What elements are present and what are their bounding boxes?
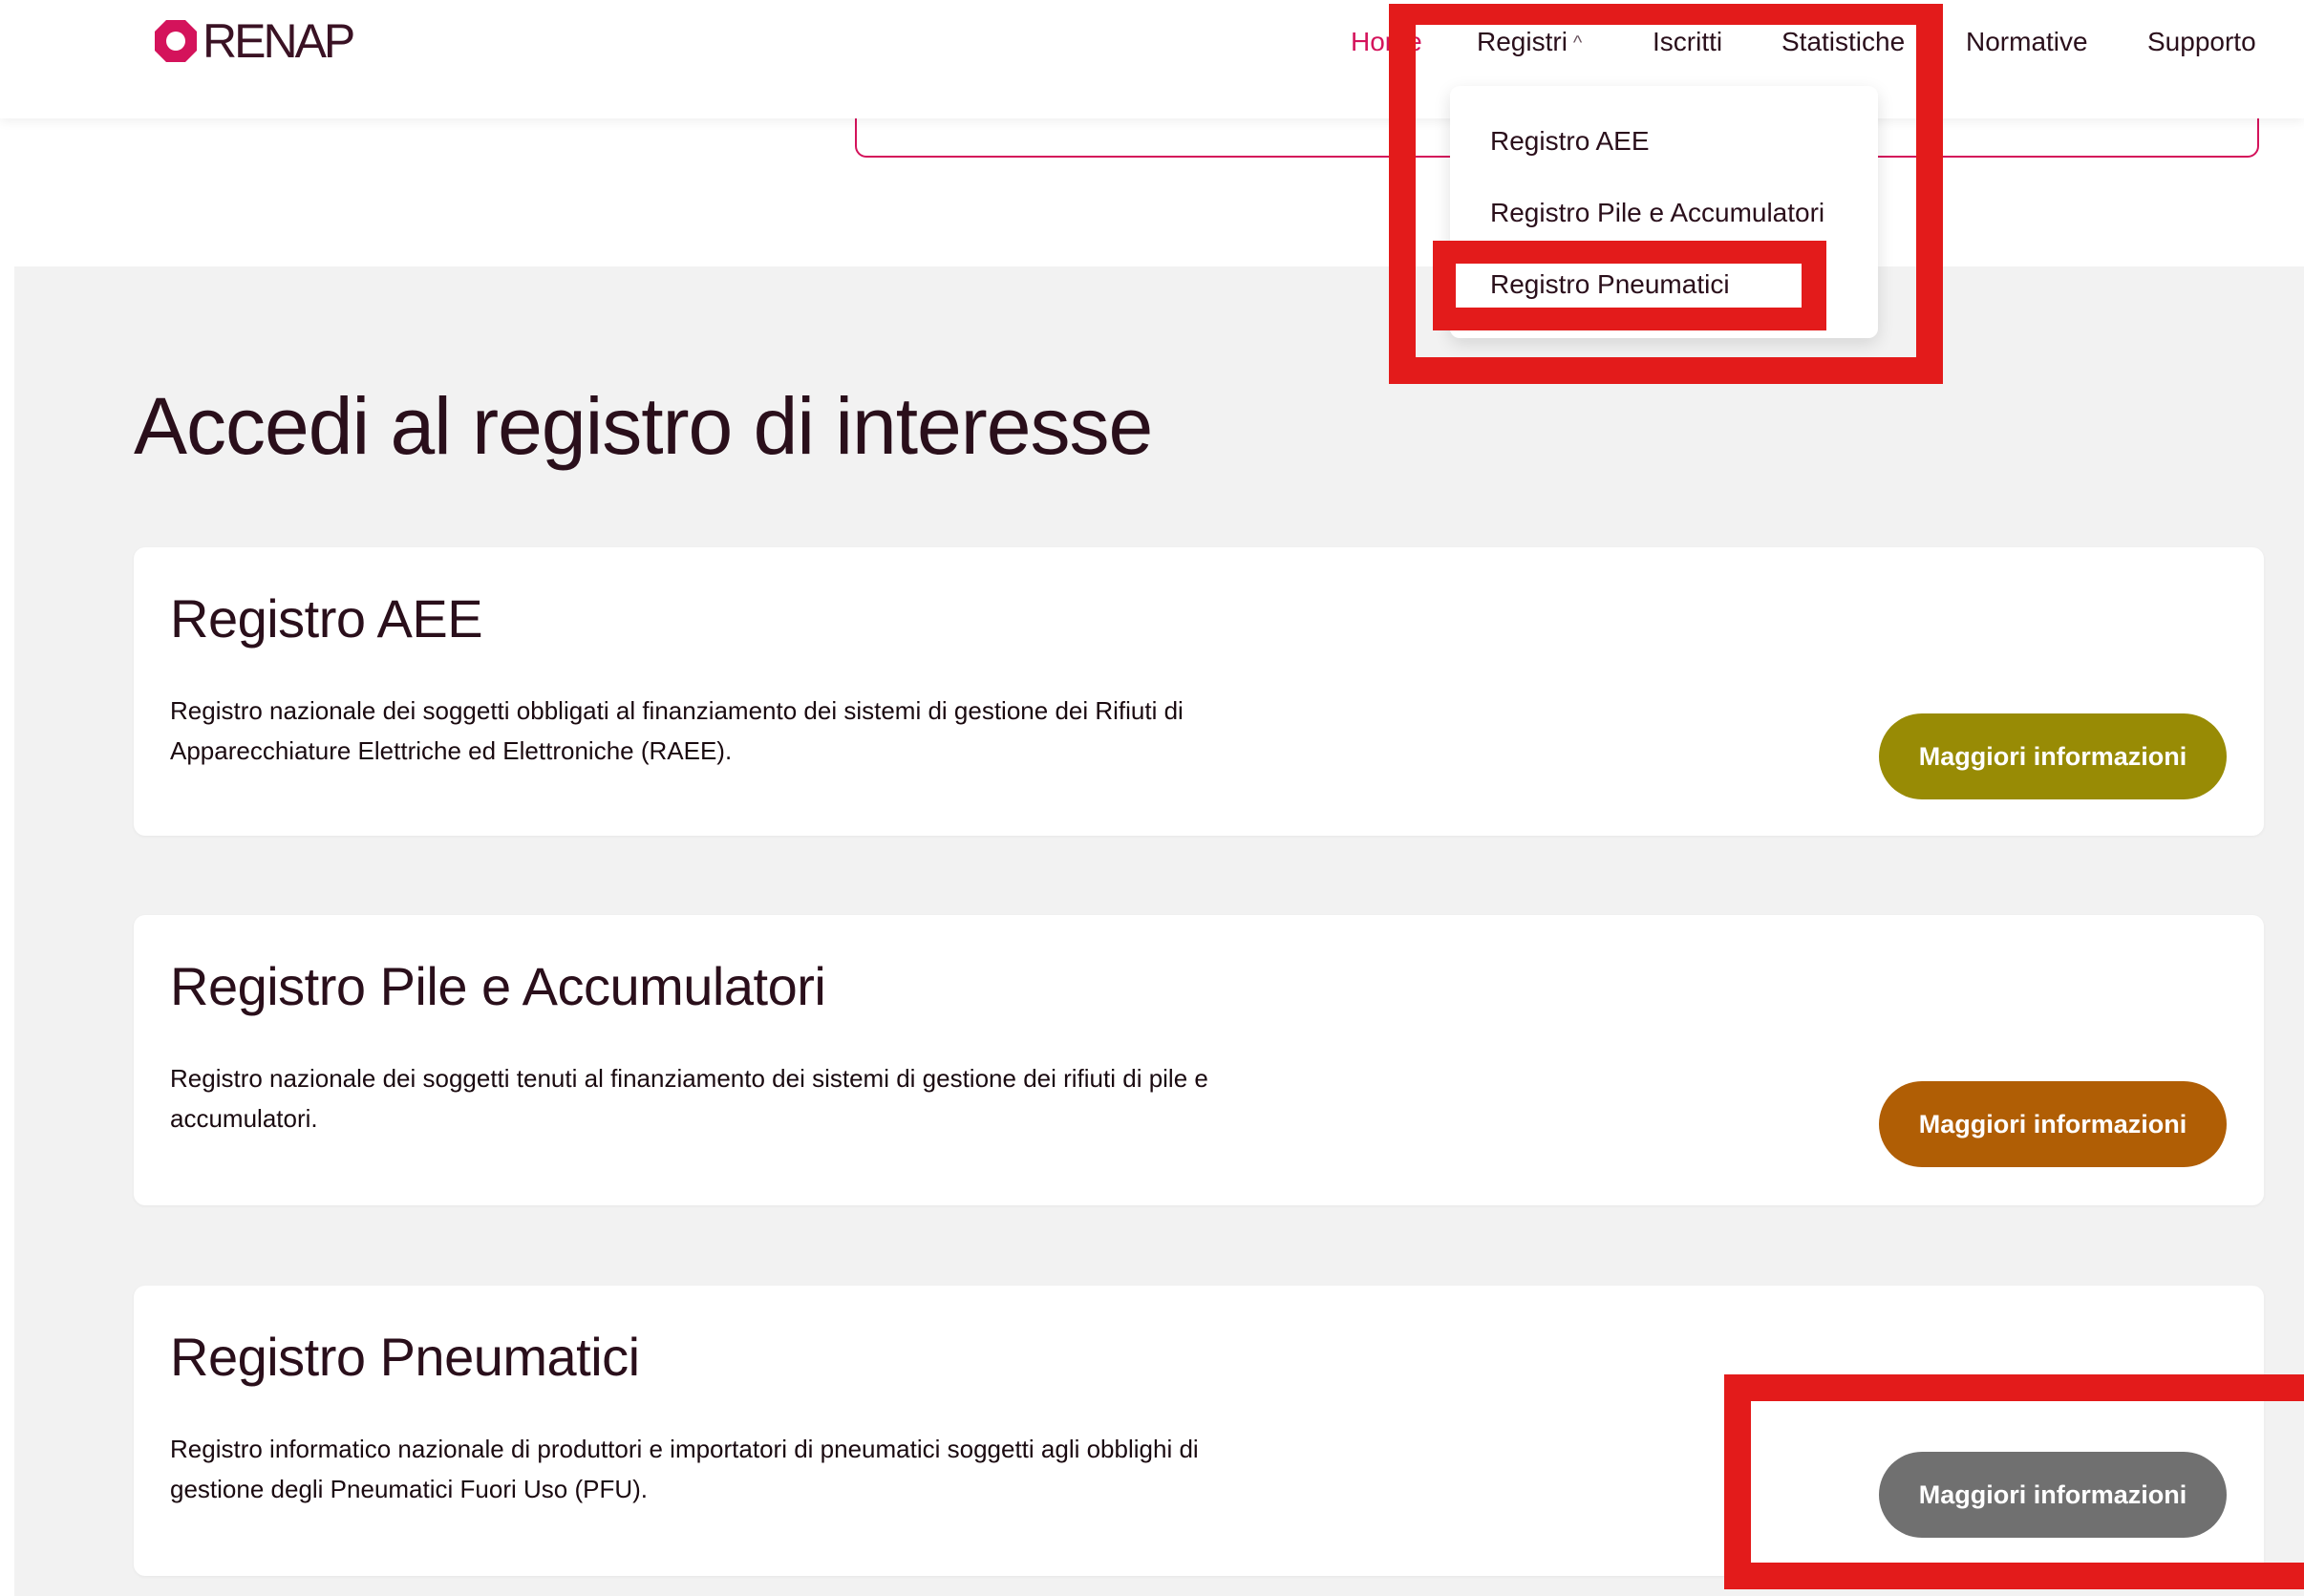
nav-normative[interactable]: Normative [1966, 26, 2088, 58]
nav-registri-label: Registri [1477, 27, 1568, 56]
card-description: Registro informatico nazionale di produt… [170, 1435, 1199, 1503]
nav-iscritti[interactable]: Iscritti [1653, 26, 1722, 58]
register-card-pneumatici: Registro Pneumatici Registro informatico… [134, 1286, 2264, 1576]
card-title: Registro Pneumatici [170, 1327, 640, 1387]
register-card-pile: Registro Pile e Accumulatori Registro na… [134, 915, 2264, 1205]
dropdown-item-registro-aee[interactable]: Registro AEE [1490, 124, 1650, 159]
card-title: Registro Pile e Accumulatori [170, 956, 826, 1016]
logo-text: RENAP [203, 14, 355, 68]
register-card-aee: Registro AEE Registro nazionale dei sogg… [134, 547, 2264, 836]
card-title: Registro AEE [170, 588, 483, 649]
more-info-button-pile[interactable]: Maggiori informazioni [1879, 1081, 2227, 1167]
card-description: Registro nazionale dei soggetti obbligat… [170, 696, 1184, 765]
nav-home[interactable]: Home [1351, 26, 1422, 58]
nav-supporto[interactable]: Supporto [2147, 26, 2256, 58]
more-info-button-pneumatici[interactable]: Maggiori informazioni [1879, 1452, 2227, 1538]
page-title: Accedi al registro di interesse [134, 381, 1153, 471]
dropdown-item-registro-pile[interactable]: Registro Pile e Accumulatori [1490, 196, 1824, 230]
card-description: Registro nazionale dei soggetti tenuti a… [170, 1064, 1208, 1133]
more-info-button-aee[interactable]: Maggiori informazioni [1879, 713, 2227, 799]
site-header: RENAP Home Registri ^ Iscritti Statistich… [0, 0, 2304, 118]
renap-logo[interactable]: RENAP [153, 14, 355, 68]
nav-registri[interactable]: Registri ^ [1477, 26, 1582, 59]
renap-logo-icon [155, 20, 197, 62]
chevron-up-icon: ^ [1572, 32, 1583, 53]
nav-statistiche[interactable]: Statistiche [1781, 26, 1905, 58]
registri-dropdown-menu: Registro AEE Registro Pile e Accumulator… [1450, 86, 1878, 338]
dropdown-item-registro-pneumatici[interactable]: Registro Pneumatici [1490, 267, 1730, 302]
